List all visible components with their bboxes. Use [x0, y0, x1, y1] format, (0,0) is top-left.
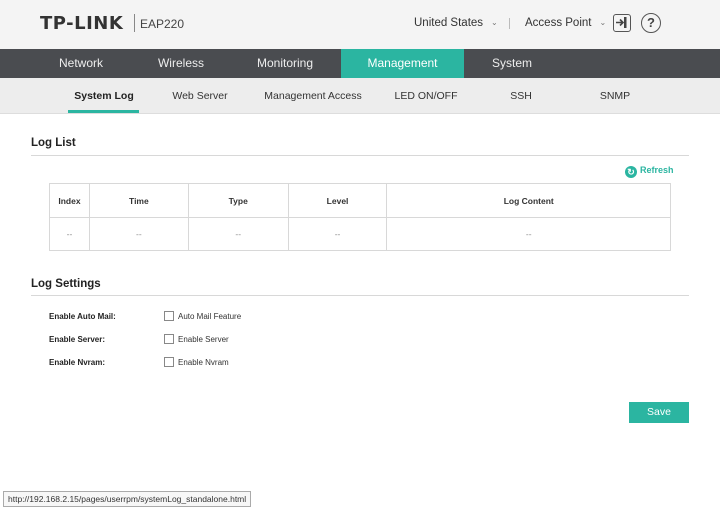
nvram-label: Enable Nvram: — [49, 358, 106, 367]
active-subtab-indicator — [68, 110, 139, 113]
logo-divider — [134, 14, 135, 32]
main-nav: Network Wireless Monitoring Management S… — [0, 49, 720, 78]
subtab-led[interactable]: LED ON/OFF — [386, 78, 466, 114]
subtab-management-access[interactable]: Management Access — [257, 78, 369, 114]
table-cell: -- — [287, 217, 388, 251]
log-settings-title: Log Settings — [31, 278, 101, 290]
sub-nav: System Log Web Server Management Access … — [0, 78, 720, 114]
browser-status-bar: http://192.168.2.15/pages/userrpm/system… — [3, 491, 252, 507]
chevron-down-icon: ⌄ — [599, 18, 607, 27]
refresh-label: Refresh — [640, 165, 674, 175]
help-icon[interactable]: ? — [641, 13, 661, 33]
logout-arrow-icon — [616, 17, 627, 28]
tab-network[interactable]: Network — [36, 49, 126, 78]
region-select[interactable]: United States ⌄ — [414, 17, 498, 29]
refresh-icon: ↻ — [625, 166, 637, 178]
section-divider — [31, 295, 689, 296]
table-header-row: Index Time Type Level Log Content — [49, 183, 671, 218]
mode-select[interactable]: Access Point ⌄ — [525, 17, 606, 29]
tab-wireless[interactable]: Wireless — [136, 49, 226, 78]
column-header-level: Level — [287, 183, 388, 218]
auto-mail-label: Enable Auto Mail: — [49, 312, 116, 321]
table-cell: -- — [386, 217, 671, 251]
top-header: TP-LINK EAP220 United States ⌄ Access Poi… — [0, 0, 720, 49]
subtab-system-log[interactable]: System Log — [64, 78, 144, 114]
subtab-snmp[interactable]: SNMP — [575, 78, 655, 114]
log-list-title: Log List — [31, 137, 76, 149]
logout-icon[interactable] — [613, 14, 631, 32]
tab-system[interactable]: System — [467, 49, 557, 78]
model-name: EAP220 — [140, 17, 185, 31]
table-cell: -- — [49, 217, 90, 251]
tp-link-logo: TP-LINK — [40, 13, 124, 34]
server-checkbox-label[interactable]: Enable Server — [178, 335, 229, 344]
table-row: -- -- -- -- -- — [49, 217, 671, 251]
chevron-down-icon: ⌄ — [491, 18, 498, 27]
subtab-ssh[interactable]: SSH — [481, 78, 561, 114]
column-header-type: Type — [187, 183, 289, 218]
refresh-button[interactable]: ↻ Refresh — [625, 165, 674, 178]
table-cell: -- — [88, 217, 189, 251]
region-value: United States — [414, 17, 484, 29]
section-divider — [31, 155, 689, 156]
header-divider — [509, 18, 510, 29]
column-header-log-content: Log Content — [386, 183, 671, 218]
server-label: Enable Server: — [49, 335, 106, 344]
column-header-time: Time — [88, 183, 189, 218]
tab-management[interactable]: Management — [341, 49, 464, 78]
column-header-index: Index — [49, 183, 90, 218]
auto-mail-checkbox-label[interactable]: Auto Mail Feature — [178, 312, 241, 321]
subtab-web-server[interactable]: Web Server — [160, 78, 240, 114]
table-cell: -- — [187, 217, 289, 251]
save-button[interactable]: Save — [629, 402, 689, 423]
nvram-checkbox-label[interactable]: Enable Nvram — [178, 358, 229, 367]
auto-mail-checkbox[interactable] — [164, 311, 174, 321]
tab-monitoring[interactable]: Monitoring — [240, 49, 330, 78]
nvram-checkbox[interactable] — [164, 357, 174, 367]
mode-value: Access Point — [525, 17, 592, 29]
log-table: Index Time Type Level Log Content -- -- … — [49, 183, 671, 251]
server-checkbox[interactable] — [164, 334, 174, 344]
